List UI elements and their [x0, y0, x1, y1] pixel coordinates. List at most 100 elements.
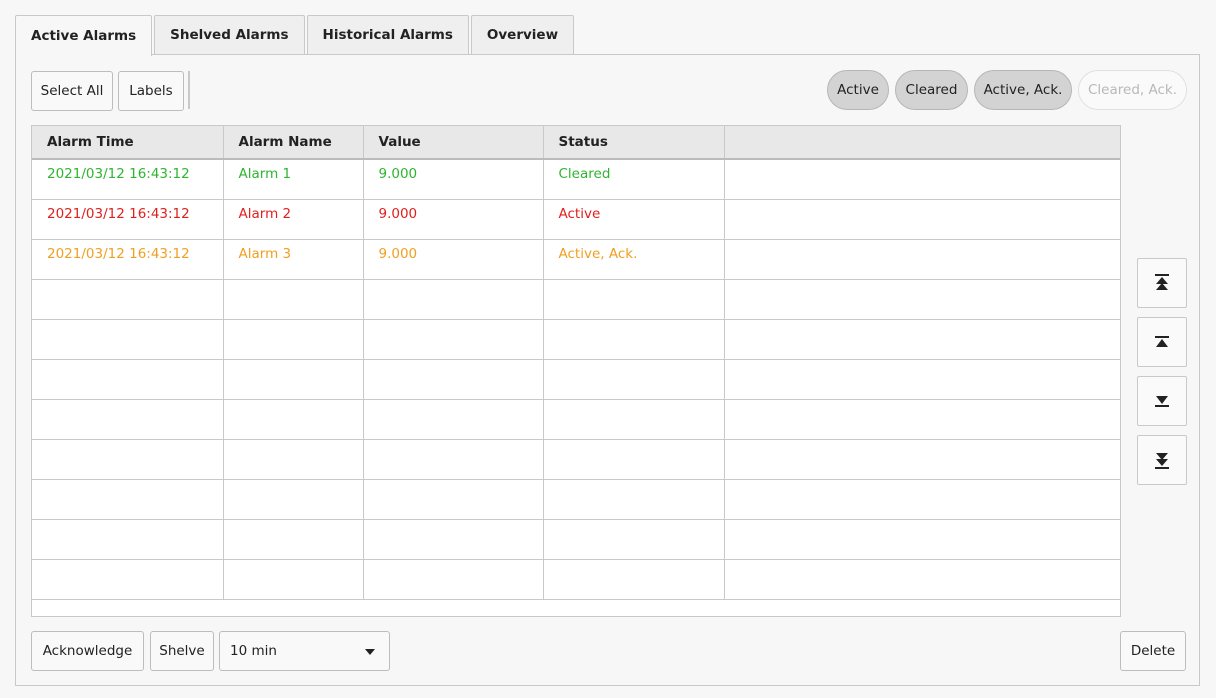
- status-cell: [543, 519, 725, 560]
- value-cell: [363, 319, 544, 360]
- column-header-blank: [724, 126, 1120, 160]
- toolbar-divider: [188, 71, 190, 109]
- alarm-name-cell: [223, 279, 364, 320]
- filter-cleared-ack-pill[interactable]: Cleared, Ack.: [1078, 70, 1187, 110]
- alarm-time-cell: [32, 399, 224, 440]
- alarm-time-cell: [32, 279, 224, 320]
- next-page-button[interactable]: [1137, 376, 1187, 426]
- alarm-name-cell: [223, 439, 364, 480]
- status-cell: [543, 439, 725, 480]
- alarm-name-cell: Alarm 1: [223, 159, 364, 200]
- delete-button[interactable]: Delete: [1120, 631, 1186, 671]
- tab-historical-alarms[interactable]: Historical Alarms: [306, 15, 469, 54]
- last-page-button[interactable]: [1137, 435, 1187, 485]
- alarm-name-cell: [223, 559, 364, 600]
- blank-cell: [724, 199, 1120, 240]
- value-cell: [363, 559, 544, 600]
- table-header-row: Alarm Time Alarm Name Value Status: [32, 126, 1120, 160]
- shelve-button[interactable]: Shelve: [150, 631, 214, 671]
- value-cell: [363, 399, 544, 440]
- alarm-time-cell: [32, 439, 224, 480]
- status-cell: [543, 559, 725, 600]
- table-row[interactable]: [32, 559, 1120, 600]
- blank-cell: [724, 439, 1120, 480]
- table-row[interactable]: [32, 279, 1120, 320]
- column-header-alarm-name[interactable]: Alarm Name: [223, 126, 364, 160]
- alarm-name-cell: [223, 479, 364, 520]
- value-cell: [363, 439, 544, 480]
- blank-cell: [724, 319, 1120, 360]
- table-row[interactable]: [32, 399, 1120, 440]
- value-cell: [363, 359, 544, 400]
- alarm-panel: Select All Labels Active Cleared Active,…: [15, 54, 1200, 686]
- status-cell: Cleared: [543, 159, 725, 200]
- tab-shelved-alarms[interactable]: Shelved Alarms: [154, 15, 305, 54]
- last-page-icon: [1155, 453, 1169, 469]
- filter-active-ack-pill[interactable]: Active, Ack.: [974, 70, 1072, 110]
- tab-overview[interactable]: Overview: [470, 15, 575, 54]
- previous-page-icon: [1155, 336, 1169, 347]
- alarm-name-cell: [223, 359, 364, 400]
- blank-cell: [724, 279, 1120, 320]
- table-row[interactable]: 2021/03/12 16:43:12 Alarm 2 9.000 Active: [32, 199, 1120, 240]
- first-page-button[interactable]: [1137, 258, 1187, 308]
- table-row[interactable]: [32, 519, 1120, 560]
- value-cell: 9.000: [363, 199, 544, 240]
- blank-cell: [724, 359, 1120, 400]
- alarm-time-cell: [32, 319, 224, 360]
- first-page-icon: [1155, 274, 1169, 290]
- shelve-duration-value: 10 min: [230, 643, 277, 659]
- table-row[interactable]: [32, 479, 1120, 520]
- alarm-time-cell: [32, 479, 224, 520]
- blank-cell: [724, 559, 1120, 600]
- status-cell: [543, 399, 725, 440]
- value-cell: 9.000: [363, 239, 544, 280]
- previous-page-button[interactable]: [1137, 317, 1187, 367]
- status-cell: Active: [543, 199, 725, 240]
- table-row[interactable]: 2021/03/12 16:43:12 Alarm 1 9.000 Cleared: [32, 159, 1120, 200]
- value-cell: 9.000: [363, 159, 544, 200]
- alarm-time-cell: 2021/03/12 16:43:12: [32, 199, 224, 240]
- blank-cell: [724, 479, 1120, 520]
- next-page-icon: [1155, 396, 1169, 407]
- table-row[interactable]: 2021/03/12 16:43:12 Alarm 3 9.000 Active, A…: [32, 239, 1120, 280]
- alarm-time-cell: [32, 559, 224, 600]
- alarm-name-cell: Alarm 3: [223, 239, 364, 280]
- alarm-time-cell: 2021/03/12 16:43:12: [32, 239, 224, 280]
- select-all-button[interactable]: Select All: [31, 71, 113, 111]
- column-header-alarm-time[interactable]: Alarm Time: [32, 126, 224, 160]
- alarm-name-cell: [223, 319, 364, 360]
- filter-active-pill[interactable]: Active: [827, 70, 889, 110]
- status-cell: Active, Ack.: [543, 239, 725, 280]
- alarm-time-cell: [32, 519, 224, 560]
- value-cell: [363, 479, 544, 520]
- column-header-value[interactable]: Value: [363, 126, 544, 160]
- table-row[interactable]: [32, 439, 1120, 480]
- value-cell: [363, 279, 544, 320]
- blank-cell: [724, 519, 1120, 560]
- blank-cell: [724, 239, 1120, 280]
- alarm-name-cell: [223, 519, 364, 560]
- alarm-time-cell: 2021/03/12 16:43:12: [32, 159, 224, 200]
- tab-bar: Active Alarms Shelved Alarms Historical …: [15, 15, 576, 56]
- alarm-name-cell: Alarm 2: [223, 199, 364, 240]
- tab-active-alarms[interactable]: Active Alarms: [15, 15, 153, 56]
- table-row[interactable]: [32, 359, 1120, 400]
- status-cell: [543, 319, 725, 360]
- alarm-table: Alarm Time Alarm Name Value Status 2021/…: [31, 125, 1121, 617]
- status-cell: [543, 479, 725, 520]
- blank-cell: [724, 159, 1120, 200]
- table-row[interactable]: [32, 319, 1120, 360]
- chevron-down-icon: [365, 649, 375, 655]
- alarm-time-cell: [32, 359, 224, 400]
- blank-cell: [724, 399, 1120, 440]
- labels-button[interactable]: Labels: [118, 71, 184, 111]
- column-header-status[interactable]: Status: [543, 126, 725, 160]
- acknowledge-button[interactable]: Acknowledge: [31, 631, 144, 671]
- value-cell: [363, 519, 544, 560]
- alarm-name-cell: [223, 399, 364, 440]
- status-cell: [543, 279, 725, 320]
- filter-cleared-pill[interactable]: Cleared: [895, 70, 968, 110]
- status-cell: [543, 359, 725, 400]
- shelve-duration-select[interactable]: 10 min: [219, 631, 390, 671]
